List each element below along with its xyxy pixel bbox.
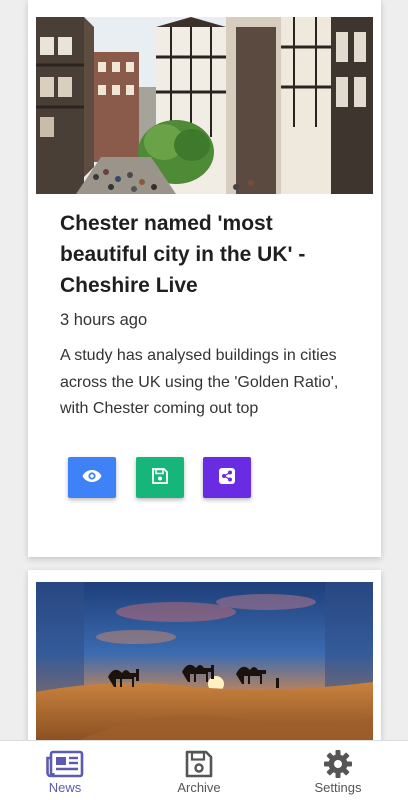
news-feed[interactable]: Chester named 'most beautiful city in th… xyxy=(0,0,408,740)
view-button[interactable] xyxy=(68,457,116,498)
eye-icon xyxy=(82,469,102,486)
article-timestamp: 3 hours ago xyxy=(60,311,148,329)
nav-item-settings[interactable]: Settings xyxy=(293,741,383,800)
gear-icon xyxy=(323,749,353,779)
nav-label-news: News xyxy=(48,780,82,795)
floppy-disk-icon xyxy=(152,468,168,487)
newspaper-icon xyxy=(46,749,84,779)
article-card[interactable] xyxy=(28,570,381,740)
article-title[interactable]: Chester named 'most beautiful city in th… xyxy=(60,208,355,301)
floppy-disk-icon xyxy=(185,749,213,779)
article-image[interactable] xyxy=(36,582,373,740)
bottom-navigation: News Archive Settings xyxy=(0,740,408,800)
share-icon xyxy=(219,468,235,487)
nav-item-archive[interactable]: Archive xyxy=(154,741,244,800)
article-card[interactable]: Chester named 'most beautiful city in th… xyxy=(28,0,381,557)
nav-label-archive: Archive xyxy=(177,780,221,795)
article-image[interactable] xyxy=(36,17,373,194)
nav-label-settings: Settings xyxy=(314,780,362,795)
article-description: A study has analysed buildings in cities… xyxy=(60,347,339,417)
share-button[interactable] xyxy=(203,457,251,498)
save-button[interactable] xyxy=(136,457,184,498)
nav-item-news[interactable]: News xyxy=(20,741,110,800)
